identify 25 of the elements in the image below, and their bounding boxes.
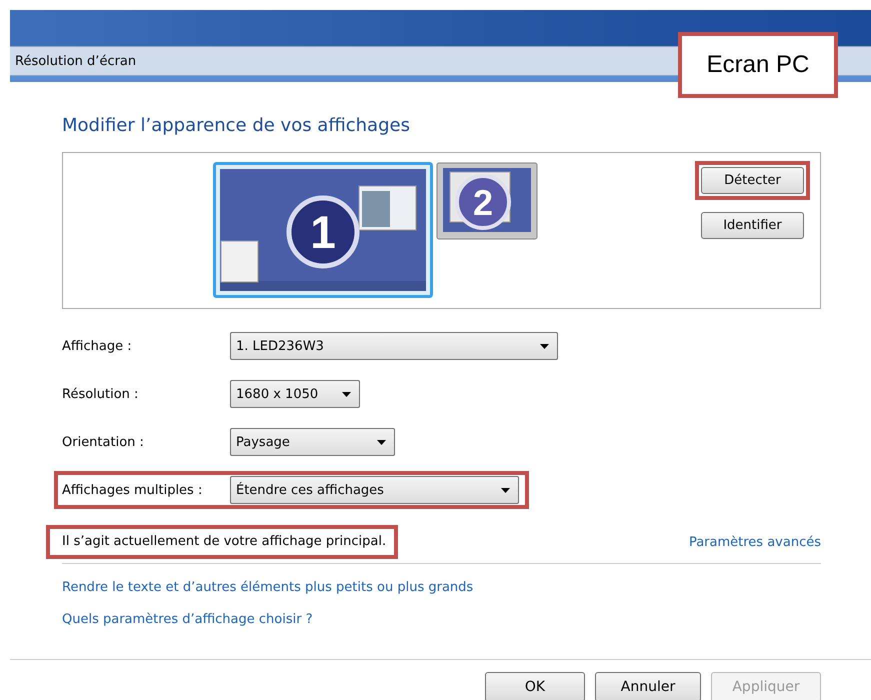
advanced-settings-link[interactable]: Paramètres avancés [688,534,821,550]
caret-icon [377,440,386,444]
callout-label: Ecran PC [678,32,838,98]
panel-button[interactable]: Détecter [701,167,804,194]
monitor-drawing[interactable]: 2 [436,162,538,240]
field-label: Affichages multiples : [62,482,204,498]
page-heading: Modifier l’apparence de vos affichages [62,115,411,136]
help-link[interactable]: Rendre le texte et d’autres éléments plus petits ou plus grands [62,580,474,595]
dropdown[interactable]: Étendre ces affichages [230,476,519,504]
field-label: Orientation : [62,434,145,450]
dropdown[interactable]: 1680 x 1050 [230,380,360,408]
caret-icon [342,392,351,396]
dialog-button[interactable]: Annuler [595,672,701,700]
dialog-button[interactable]: OK [485,672,585,700]
monitor-drawing[interactable]: 1 [213,162,433,298]
dropdown[interactable]: Paysage [230,428,395,456]
help-link[interactable]: Quels paramètres d’affichage choisir ? [62,612,313,627]
caret-icon [540,344,549,348]
field-label: Résolution : [62,386,140,402]
panel-button[interactable]: Identifier [701,212,804,239]
caret-icon [501,488,510,492]
dropdown[interactable]: 1. LED236W3 [230,332,558,360]
breadcrumb[interactable]: Résolution d’écran [15,54,136,68]
status-message: Il s’agit actuellement de votre affichage principal. [62,533,386,551]
field-label: Affichage : [62,338,133,354]
